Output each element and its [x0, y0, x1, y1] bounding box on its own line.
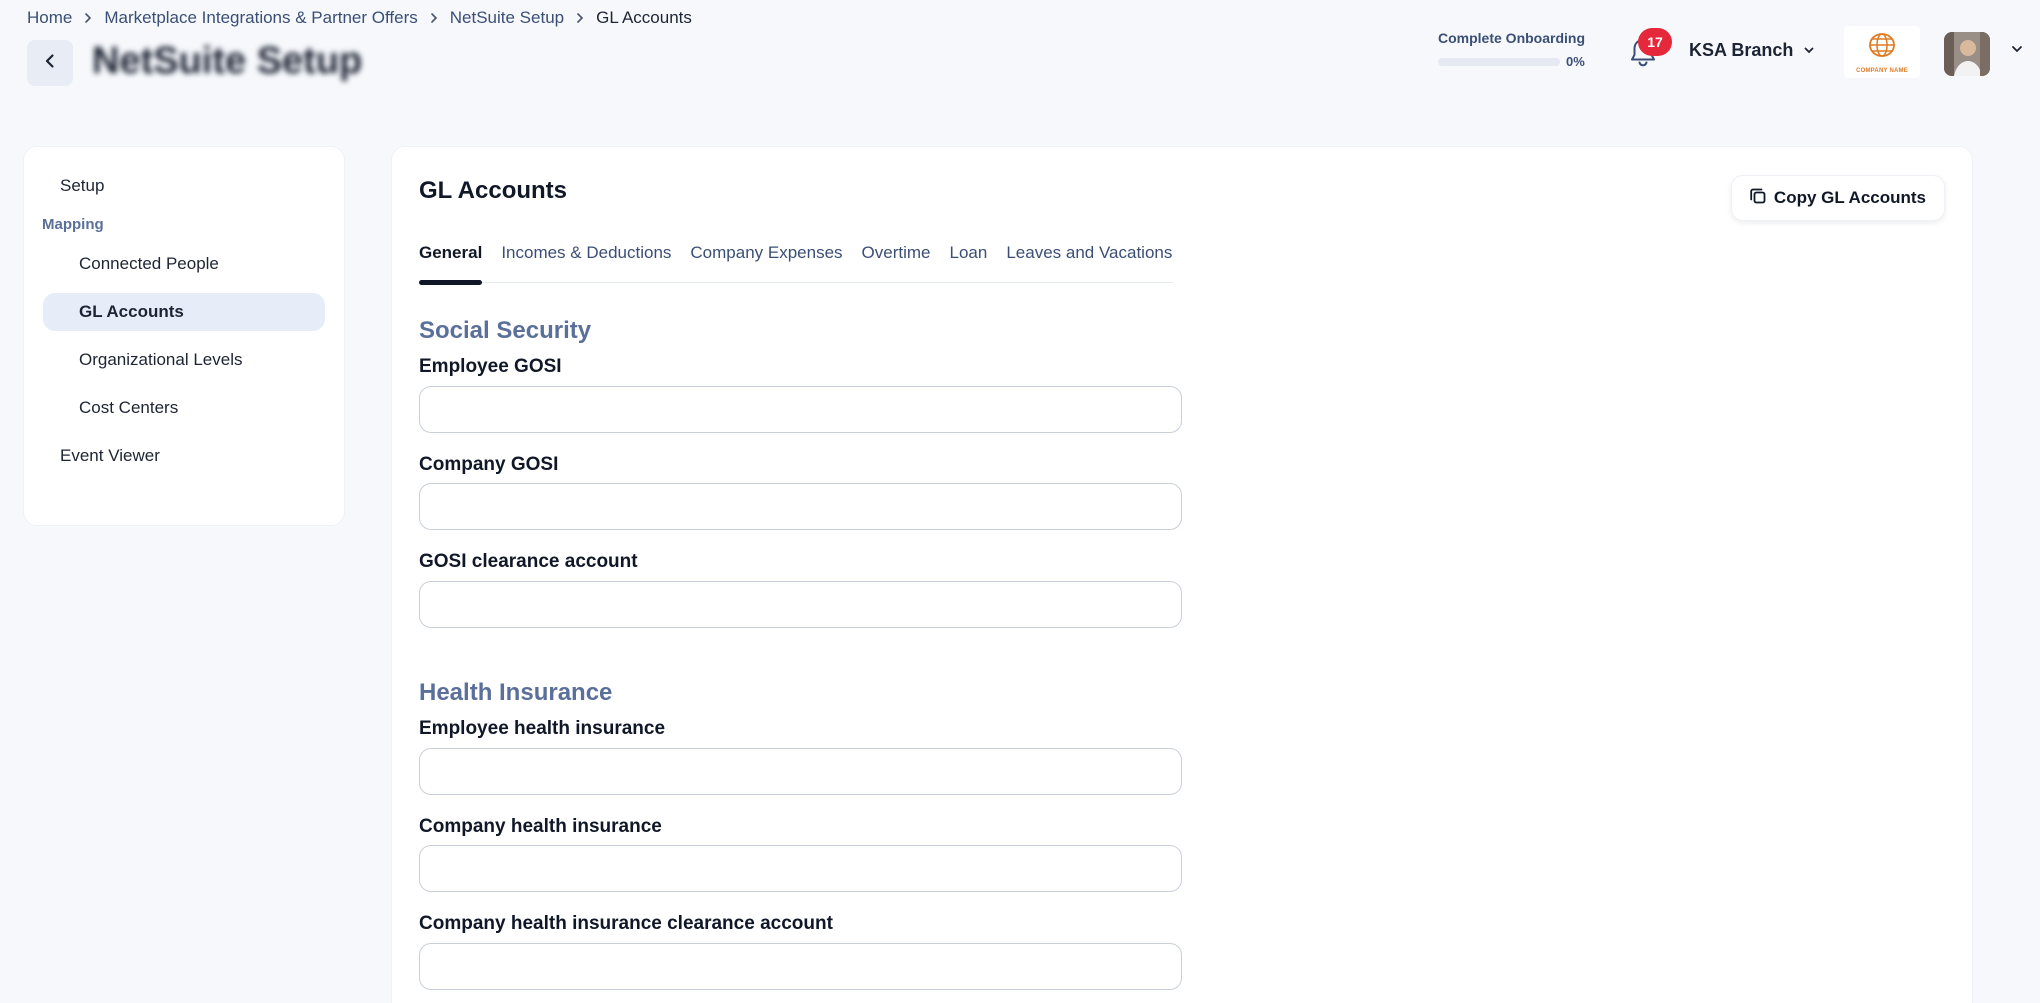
sidebar-item-label: Cost Centers — [79, 398, 179, 417]
company-health-insurance-label: Company health insurance — [419, 816, 662, 837]
breadcrumb-home[interactable]: Home — [27, 8, 72, 28]
chevron-right-icon — [82, 12, 94, 24]
company-health-insurance-clearance-input[interactable] — [419, 943, 1182, 990]
tab-bar: General Incomes & Deductions Company Exp… — [419, 243, 1173, 285]
avatar[interactable] — [1944, 32, 1990, 76]
breadcrumb-netsuite-setup[interactable]: NetSuite Setup — [450, 8, 564, 28]
company-logo: COMPANY NAME — [1844, 26, 1920, 78]
sidebar-item-gl-accounts[interactable]: GL Accounts — [43, 293, 325, 331]
onboarding-progress[interactable]: Complete Onboarding 0% — [1438, 30, 1588, 69]
sidebar-item-cost-centers[interactable]: Cost Centers — [43, 389, 325, 427]
notification-count-badge: 17 — [1638, 28, 1672, 56]
company-gosi-label: Company GOSI — [419, 454, 559, 475]
account-menu-caret[interactable] — [2010, 42, 2024, 61]
tab-general[interactable]: General — [419, 243, 483, 285]
sidebar-item-setup[interactable]: Setup — [43, 167, 325, 205]
globe-icon — [1865, 31, 1899, 66]
gosi-clearance-account-label: GOSI clearance account — [419, 551, 638, 572]
sidebar-item-event-viewer[interactable]: Event Viewer — [43, 437, 325, 475]
breadcrumb-gl-accounts: GL Accounts — [596, 8, 692, 27]
copy-gl-accounts-label: Copy GL Accounts — [1773, 188, 1926, 207]
tab-incomes-deductions[interactable]: Incomes & Deductions — [501, 243, 671, 283]
employee-gosi-label: Employee GOSI — [419, 356, 562, 377]
tab-overtime[interactable]: Overtime — [862, 243, 931, 283]
breadcrumb: Home Marketplace Integrations & Partner … — [27, 8, 692, 28]
copy-icon — [1748, 186, 1768, 211]
gosi-clearance-account-input[interactable] — [419, 581, 1182, 628]
sidebar-item-label: Setup — [60, 176, 105, 195]
chevron-right-icon — [428, 12, 440, 24]
copy-gl-accounts-button[interactable]: Copy GL Accounts — [1730, 175, 1945, 221]
branch-selector[interactable]: KSA Branch — [1689, 40, 1815, 61]
social-security-heading: Social Security — [419, 317, 592, 344]
bell-icon — [1628, 39, 1658, 74]
sidebar-item-organizational-levels[interactable]: Organizational Levels — [43, 341, 325, 379]
employee-health-insurance-input[interactable] — [419, 748, 1182, 795]
employee-gosi-input[interactable] — [419, 386, 1182, 433]
company-health-insurance-clearance-label: Company health insurance clearance accou… — [419, 913, 833, 934]
sidebar-item-label: Connected People — [79, 254, 219, 273]
chevron-left-icon — [41, 52, 59, 75]
sidebar-item-label: GL Accounts — [79, 302, 184, 321]
tab-company-expenses[interactable]: Company Expenses — [690, 243, 842, 283]
onboarding-progress-bar — [1438, 57, 1560, 66]
breadcrumb-marketplace[interactable]: Marketplace Integrations & Partner Offer… — [104, 8, 417, 28]
sidebar-section-mapping: Mapping — [42, 215, 104, 233]
tab-leaves-vacations[interactable]: Leaves and Vacations — [1006, 243, 1172, 283]
tab-loan[interactable]: Loan — [950, 243, 988, 283]
company-logo-text: COMPANY NAME — [1856, 67, 1908, 74]
sidebar-item-label: Event Viewer — [60, 446, 160, 465]
sidebar: Setup Mapping Connected People GL Accoun… — [23, 146, 345, 526]
chevron-down-icon — [2010, 43, 2024, 60]
employee-health-insurance-label: Employee health insurance — [419, 718, 666, 739]
main-panel: GL Accounts Copy GL Accounts General Inc… — [391, 146, 1973, 1003]
branch-label: KSA Branch — [1689, 40, 1794, 60]
health-insurance-heading: Health Insurance — [419, 679, 613, 706]
back-button[interactable] — [27, 40, 73, 86]
onboarding-percent: 0% — [1566, 54, 1585, 69]
chevron-down-icon — [1803, 40, 1815, 61]
chevron-right-icon — [574, 12, 586, 24]
sidebar-item-label: Organizational Levels — [79, 350, 243, 369]
page-title: NetSuite Setup — [92, 40, 363, 82]
sidebar-item-connected-people[interactable]: Connected People — [43, 245, 325, 283]
section-heading: GL Accounts — [419, 177, 568, 204]
company-gosi-input[interactable] — [419, 483, 1182, 530]
onboarding-label: Complete Onboarding — [1438, 30, 1585, 46]
company-health-insurance-input[interactable] — [419, 845, 1182, 892]
